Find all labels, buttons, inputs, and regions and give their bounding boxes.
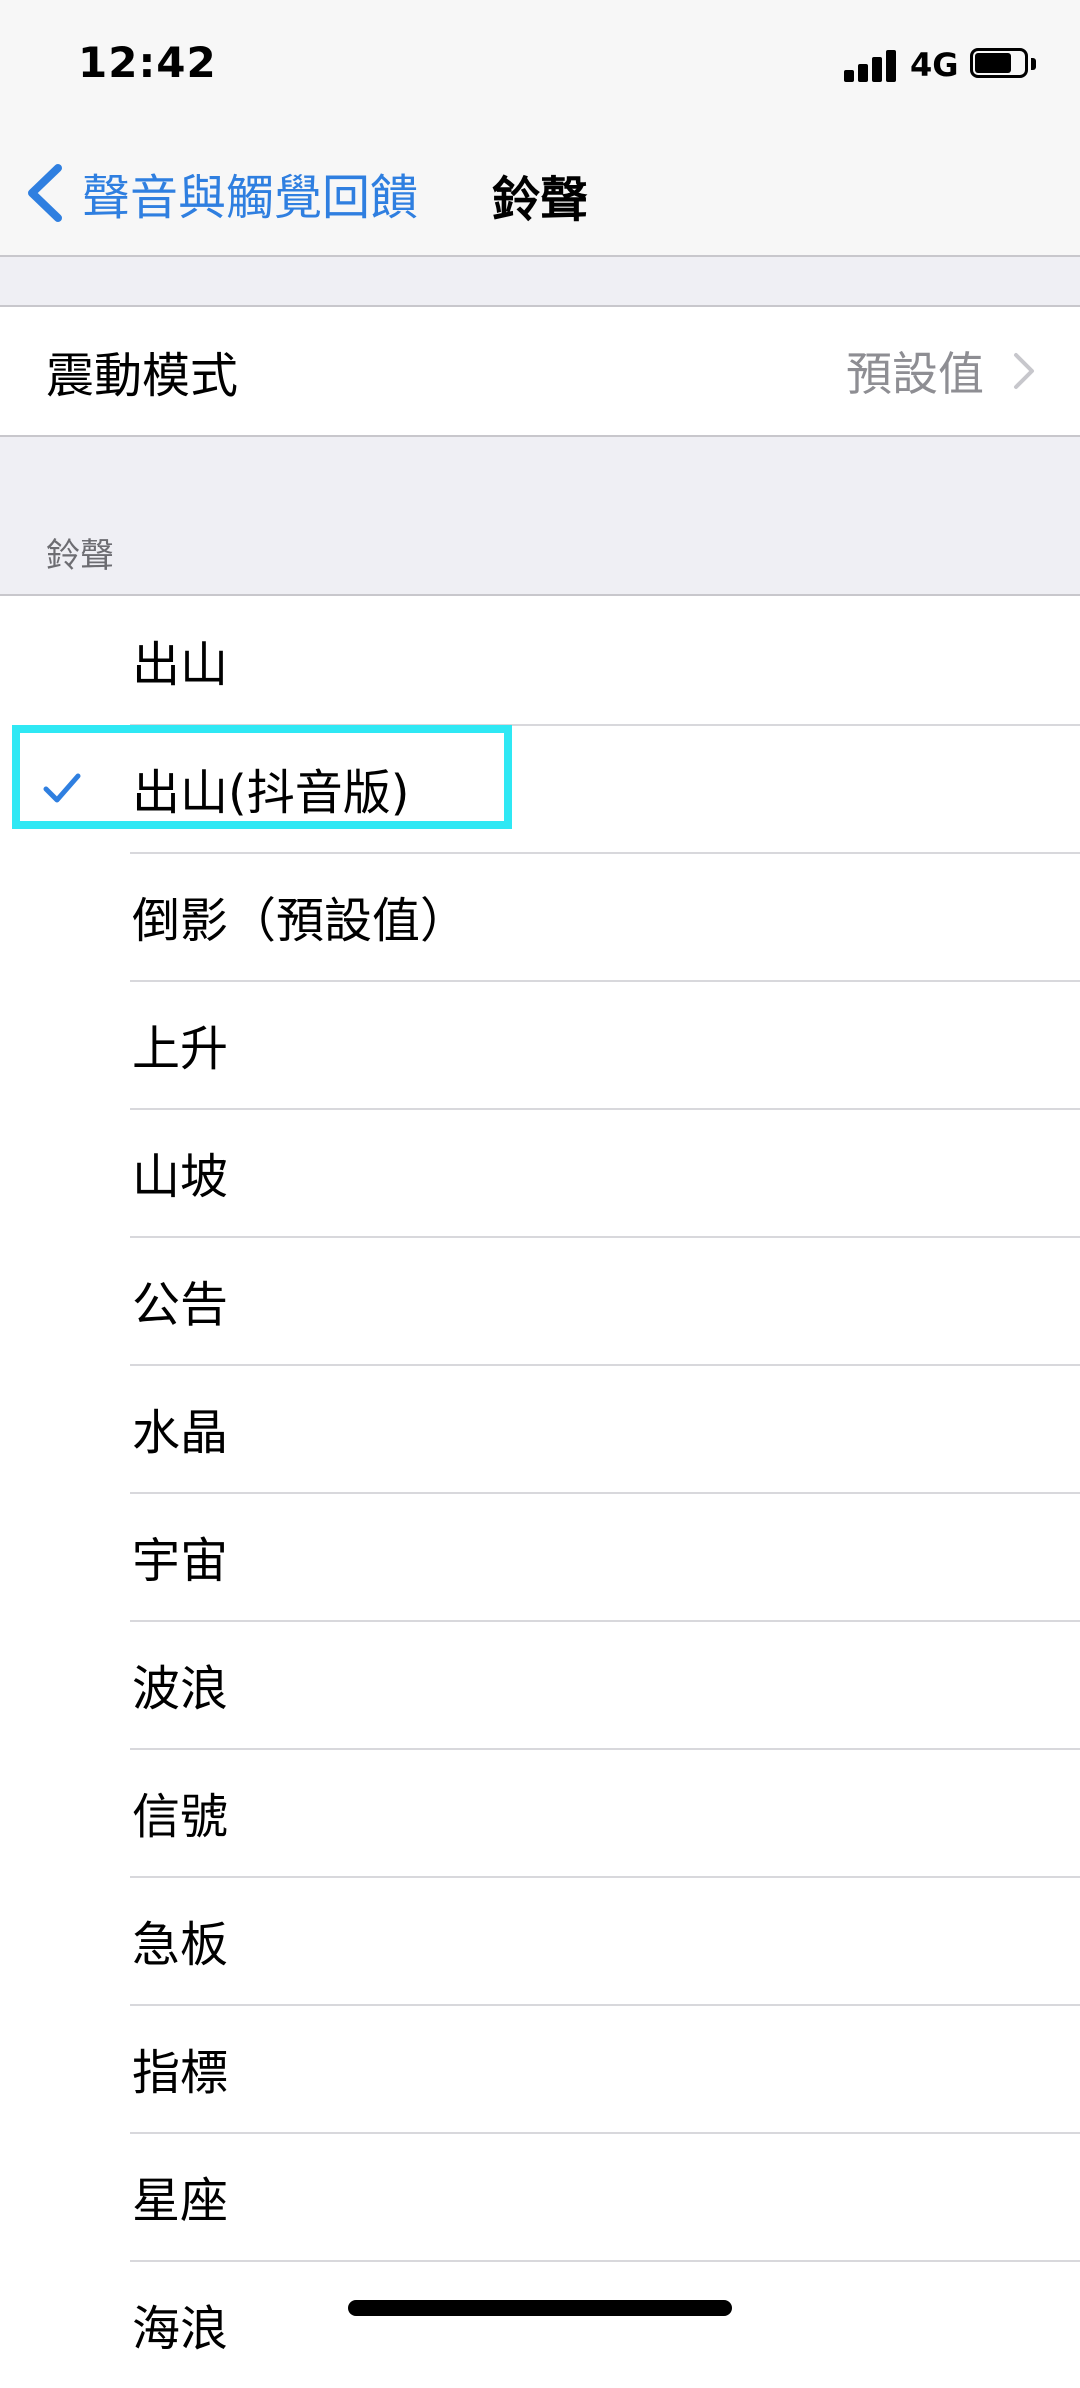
checkmark-icon <box>43 773 81 803</box>
vibration-group: 震動模式 預設值 <box>0 305 1080 437</box>
ringtones-section-header: 鈴聲 <box>46 536 114 576</box>
ringtone-item[interactable]: 公告 <box>0 1236 1080 1364</box>
ringtone-item[interactable]: 宇宙 <box>0 1492 1080 1620</box>
ringtone-item[interactable]: 出山(抖音版) <box>0 724 1080 852</box>
ringtone-item[interactable]: 山坡 <box>0 1108 1080 1236</box>
battery-icon <box>970 48 1038 82</box>
ringtone-item[interactable]: 信號 <box>0 1748 1080 1876</box>
ringtone-item[interactable]: 上升 <box>0 980 1080 1108</box>
cellular-signal-icon <box>844 48 900 82</box>
ringtone-item[interactable]: 倒影（預設值） <box>0 852 1080 980</box>
ringtone-item[interactable]: 水晶 <box>0 1364 1080 1492</box>
page-title: 鈴聲 <box>491 172 588 228</box>
ringtone-item[interactable]: 海浪 <box>0 2260 1080 2388</box>
ringtone-item[interactable]: 波浪 <box>0 1620 1080 1748</box>
home-indicator[interactable] <box>348 2300 732 2316</box>
chevron-right-icon <box>1014 353 1034 389</box>
ringtones-list: 出山 出山(抖音版) 倒影（預設值） 上升 山坡 公告 水晶 宇宙 波浪 信號 … <box>0 594 1080 2388</box>
navigation-bar: 聲音與觸覺回饋 鈴聲 <box>0 130 1080 257</box>
vibration-label: 震動模式 <box>46 348 239 404</box>
ringtone-item[interactable]: 急板 <box>0 1876 1080 2004</box>
vibration-value: 預設值 <box>846 347 984 401</box>
ringtone-item[interactable]: 出山 <box>0 596 1080 724</box>
network-type: 4G <box>910 46 959 84</box>
status-time: 12:42 <box>78 38 217 87</box>
vibration-row[interactable]: 震動模式 預設值 <box>0 307 1080 435</box>
status-bar: 12:42 4G <box>0 0 1080 130</box>
ringtone-item[interactable]: 指標 <box>0 2004 1080 2132</box>
ringtone-item[interactable]: 星座 <box>0 2132 1080 2260</box>
